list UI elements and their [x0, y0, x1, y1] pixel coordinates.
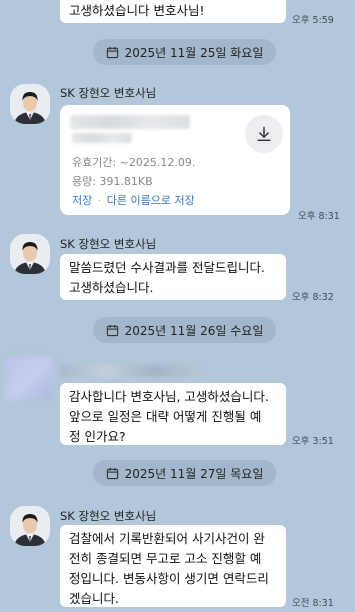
file-attachment-card[interactable]: 유효기간: ~2025.12.09. 용량: 391.81KB 저장 · 다른 …: [60, 105, 290, 215]
sender-name: SK 장현오 변호사님: [60, 509, 157, 523]
save-as-link[interactable]: 다른 이름으로 저장: [107, 194, 195, 207]
date-text: 2025년 11월 26일 수요일: [124, 323, 264, 338]
date-text: 2025년 11월 25일 화요일: [124, 45, 264, 60]
message-line: 정 인가요?: [69, 429, 126, 444]
message-time: 오후 3:51: [292, 436, 334, 447]
avatar[interactable]: [10, 234, 50, 274]
message-time: 오후 8:31: [298, 211, 340, 222]
date-divider: 2025년 11월 26일 수요일: [93, 317, 276, 343]
calendar-icon: [106, 467, 118, 479]
file-name-redacted: [70, 115, 190, 129]
message-line: 앞으로 일정은 대략 어떻게 진행될 예: [69, 409, 262, 424]
message-line: 감사합니다 변호사님, 고생하셨습니다.: [69, 389, 269, 404]
message-time: 오후 5:59: [292, 15, 334, 26]
message-time: 오후 8:32: [292, 292, 334, 303]
calendar-icon: [106, 324, 118, 336]
avatar[interactable]: [10, 506, 50, 546]
message-line: 말씀드렸던 수사결과를 전달드립니다.: [69, 260, 265, 275]
link-separator: ·: [97, 194, 102, 207]
message-line: 검찰에서 기록반환되어 사기사건이 완: [69, 531, 265, 546]
date-divider: 2025년 11월 27일 목요일: [93, 460, 276, 486]
message-bubble[interactable]: 검찰에서 기록반환되어 사기사건이 완 전히 종결되면 무고로 고소 진행할 예…: [60, 525, 286, 607]
date-text: 2025년 11월 27일 목요일: [124, 466, 264, 481]
message-bubble-top[interactable]: 고생하셨습니다 변호사님!: [60, 0, 286, 23]
save-link[interactable]: 저장: [72, 194, 92, 207]
download-button[interactable]: [245, 115, 283, 153]
message-bubble[interactable]: 감사합니다 변호사님, 고생하셨습니다. 앞으로 일정은 대략 어떻게 진행될 …: [60, 383, 286, 445]
message-line: 겠습니다.: [69, 591, 119, 606]
sender-name: SK 장현오 변호사님: [60, 86, 157, 100]
message-line: 전히 종결되면 무고로 고소 진행할 예: [69, 551, 262, 566]
avatar-redacted: [6, 357, 52, 399]
message-bubble[interactable]: 말씀드렸던 수사결과를 전달드립니다. 고생하셨습니다.: [60, 254, 286, 300]
calendar-icon: [106, 46, 118, 58]
message-text: 고생하셨습니다 변호사님!: [69, 3, 205, 18]
message-line: 정입니다. 변동사항이 생기면 연락드리: [69, 571, 269, 586]
message-line: 고생하셨습니다.: [69, 280, 154, 295]
file-size: 용량: 391.81KB: [72, 175, 153, 188]
file-actions: 저장 · 다른 이름으로 저장: [72, 192, 195, 208]
download-icon: [257, 126, 271, 142]
avatar[interactable]: [10, 84, 50, 124]
sender-name: SK 장현오 변호사님: [60, 237, 157, 251]
date-divider: 2025년 11월 25일 화요일: [93, 39, 276, 65]
file-expiry: 유효기간: ~2025.12.09.: [72, 156, 196, 169]
message-time: 오전 8:31: [292, 598, 334, 609]
sender-name-redacted: [60, 365, 200, 377]
file-name-redacted-2: [72, 133, 132, 143]
